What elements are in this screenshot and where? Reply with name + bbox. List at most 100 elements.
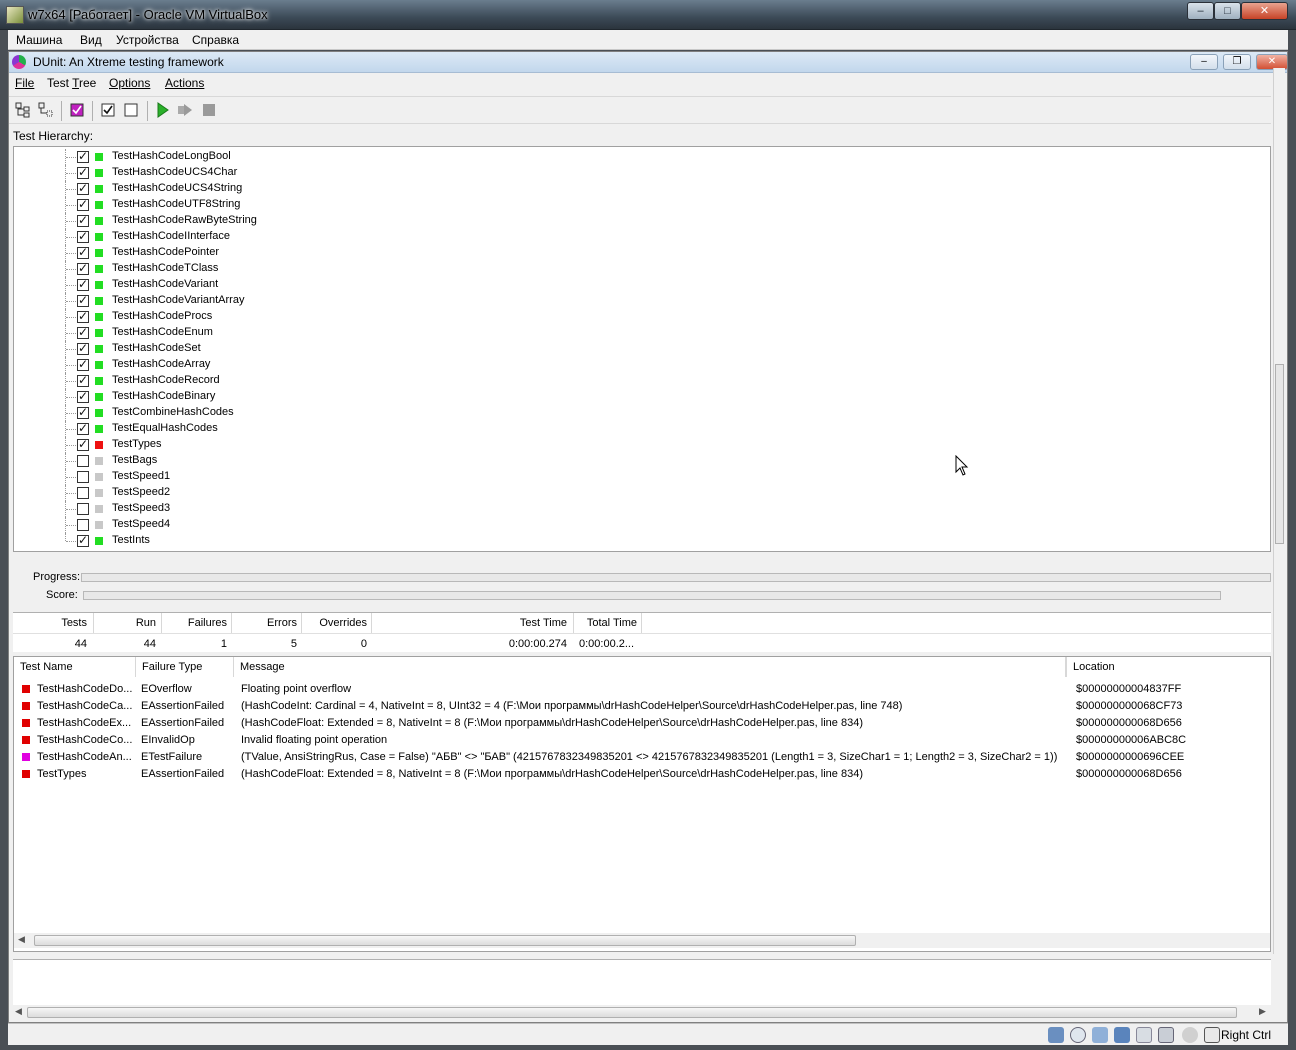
tree-item-checkbox[interactable] bbox=[77, 213, 89, 227]
failure-list[interactable]: Test Name Failure Type Message Location … bbox=[13, 656, 1271, 952]
tree-item[interactable]: TestHashCodeTClass bbox=[14, 261, 614, 277]
mouse-integration-icon[interactable] bbox=[1182, 1027, 1198, 1043]
column-header-failure-type[interactable]: Failure Type bbox=[136, 657, 234, 677]
tree-item-checkbox[interactable] bbox=[77, 471, 89, 483]
menu-machine[interactable]: Машина bbox=[16, 33, 62, 47]
scrollbar-thumb[interactable] bbox=[27, 1007, 1237, 1018]
column-header-message[interactable]: Message bbox=[234, 657, 1066, 677]
tree-item-checkbox[interactable] bbox=[77, 533, 89, 547]
tree-item-checkbox[interactable] bbox=[77, 165, 89, 179]
tree-item[interactable]: TestHashCodeUCS4Char bbox=[14, 165, 614, 181]
tree-item-checkbox[interactable] bbox=[77, 325, 89, 339]
tree-item-checkbox[interactable] bbox=[77, 181, 89, 195]
scrollbar-thumb[interactable] bbox=[1275, 364, 1284, 544]
tree-item-checkbox[interactable] bbox=[77, 149, 89, 163]
scroll-left-arrow-icon[interactable]: ◀ bbox=[15, 1006, 22, 1017]
minimize-button[interactable]: – bbox=[1187, 2, 1214, 20]
network-icon[interactable] bbox=[1114, 1027, 1130, 1043]
run-icon[interactable] bbox=[155, 102, 171, 118]
tree-item[interactable]: TestHashCodeBinary bbox=[14, 389, 614, 405]
tree-item[interactable]: TestHashCodeEnum bbox=[14, 325, 614, 341]
tree-item[interactable]: TestTypes bbox=[14, 437, 614, 453]
tree-item-checkbox[interactable] bbox=[77, 503, 89, 515]
menu-actions[interactable]: Actions bbox=[165, 76, 204, 90]
tree-item-checkbox[interactable] bbox=[77, 519, 89, 531]
tree-item-checkbox[interactable] bbox=[77, 421, 89, 435]
tree-item-checkbox[interactable] bbox=[77, 389, 89, 403]
tree-item-checkbox[interactable] bbox=[77, 341, 89, 355]
tree-item-checkbox[interactable] bbox=[77, 197, 89, 211]
uncheck-all-icon[interactable] bbox=[123, 102, 139, 118]
failure-row[interactable]: TestTypes EAssertionFailed (HashCodeFloat:… bbox=[14, 766, 1270, 783]
tree-item[interactable]: TestHashCodeVariantArray bbox=[14, 293, 614, 309]
tree-item[interactable]: TestHashCodeRecord bbox=[14, 373, 614, 389]
tree-item[interactable]: TestBags bbox=[14, 453, 614, 469]
menu-devices[interactable]: Устройства bbox=[116, 33, 179, 47]
tree-item-checkbox[interactable] bbox=[77, 245, 89, 259]
failure-row[interactable]: TestHashCodeCo... EInvalidOp Invalid float… bbox=[14, 732, 1270, 749]
tree-item[interactable]: TestSpeed1 bbox=[14, 469, 614, 485]
scroll-left-arrow-icon[interactable]: ◀ bbox=[18, 934, 25, 945]
tree-item[interactable]: TestHashCodeIInterface bbox=[14, 229, 614, 245]
failure-row[interactable]: TestHashCodeAn... ETestFailure (TValue, An… bbox=[14, 749, 1270, 766]
tree-item-checkbox[interactable] bbox=[77, 277, 89, 291]
failure-detail-panel[interactable] bbox=[13, 959, 1271, 1007]
detail-hscrollbar[interactable]: ◀ ▶ bbox=[13, 1005, 1271, 1020]
tree-item[interactable]: TestCombineHashCodes bbox=[14, 405, 614, 421]
tree-item-checkbox[interactable] bbox=[77, 357, 89, 371]
failure-row[interactable]: TestHashCodeDo... EOverflow Floating point… bbox=[14, 681, 1270, 698]
tree-item[interactable]: TestHashCodeRawByteString bbox=[14, 213, 614, 229]
menu-test-tree[interactable]: Test Tree bbox=[47, 76, 96, 90]
tree-item[interactable]: TestHashCodeProcs bbox=[14, 309, 614, 325]
menu-view[interactable]: Вид bbox=[80, 33, 102, 47]
vertical-scrollbar[interactable] bbox=[1273, 68, 1285, 954]
menu-options[interactable]: Options bbox=[109, 76, 150, 90]
close-button[interactable]: ✕ bbox=[1241, 2, 1288, 20]
column-header-location[interactable]: Location bbox=[1066, 657, 1270, 677]
select-failed-icon[interactable] bbox=[69, 102, 85, 118]
stop-icon[interactable] bbox=[201, 102, 217, 118]
scrollbar-thumb[interactable] bbox=[34, 935, 856, 946]
menu-help[interactable]: Справка bbox=[192, 33, 239, 47]
tree-item-checkbox[interactable] bbox=[77, 261, 89, 275]
failure-row[interactable]: TestHashCodeCa... EAssertionFailed (HashCo… bbox=[14, 698, 1270, 715]
tree-item[interactable]: TestHashCodeLongBool bbox=[14, 149, 614, 165]
tree-item[interactable]: TestHashCodeVariant bbox=[14, 277, 614, 293]
tree-item-checkbox[interactable] bbox=[77, 487, 89, 499]
harddisk-icon[interactable] bbox=[1048, 1027, 1064, 1043]
tree-item[interactable]: TestHashCodePointer bbox=[14, 245, 614, 261]
tree-item[interactable]: TestSpeed3 bbox=[14, 501, 614, 517]
menu-file[interactable]: File bbox=[15, 76, 34, 90]
tree-item-checkbox[interactable] bbox=[77, 309, 89, 323]
tree-item-checkbox[interactable] bbox=[77, 293, 89, 307]
tree-item[interactable]: TestEqualHashCodes bbox=[14, 421, 614, 437]
collapse-tree-icon[interactable] bbox=[38, 102, 54, 118]
check-all-icon[interactable] bbox=[100, 102, 116, 118]
scroll-right-arrow-icon[interactable]: ▶ bbox=[1259, 1006, 1266, 1017]
tree-item[interactable]: TestHashCodeSet bbox=[14, 341, 614, 357]
failure-row[interactable]: TestHashCodeEx... EAssertionFailed (HashCo… bbox=[14, 715, 1270, 732]
tree-item[interactable]: TestSpeed2 bbox=[14, 485, 614, 501]
dunit-restore-button[interactable]: ❐ bbox=[1223, 54, 1251, 70]
tree-item[interactable]: TestHashCodeUCS4String bbox=[14, 181, 614, 197]
tree-item-checkbox[interactable] bbox=[77, 405, 89, 419]
tree-item[interactable]: TestSpeed4 bbox=[14, 517, 614, 533]
shared-folders-icon[interactable] bbox=[1136, 1027, 1152, 1043]
display-icon[interactable] bbox=[1158, 1027, 1174, 1043]
cdrom-icon[interactable] bbox=[1070, 1027, 1086, 1043]
tree-item[interactable]: TestHashCodeArray bbox=[14, 357, 614, 373]
test-tree[interactable]: TestHashCodeLongBool TestHashCodeUCS4Char… bbox=[13, 146, 1271, 552]
tree-item-checkbox[interactable] bbox=[77, 373, 89, 387]
tree-item-checkbox[interactable] bbox=[77, 455, 89, 467]
failure-list-hscrollbar[interactable]: ◀ bbox=[14, 933, 1270, 948]
dunit-minimize-button[interactable]: – bbox=[1190, 54, 1218, 70]
usb-icon[interactable] bbox=[1092, 1027, 1108, 1043]
tree-item-checkbox[interactable] bbox=[77, 437, 89, 451]
tree-item[interactable]: TestHashCodeUTF8String bbox=[14, 197, 614, 213]
run-selected-icon[interactable] bbox=[177, 102, 193, 118]
tree-item[interactable]: TestInts bbox=[14, 533, 614, 549]
expand-tree-icon[interactable] bbox=[15, 102, 31, 118]
column-header-test-name[interactable]: Test Name bbox=[14, 657, 136, 677]
maximize-button[interactable]: □ bbox=[1214, 2, 1241, 20]
tree-item-checkbox[interactable] bbox=[77, 229, 89, 243]
